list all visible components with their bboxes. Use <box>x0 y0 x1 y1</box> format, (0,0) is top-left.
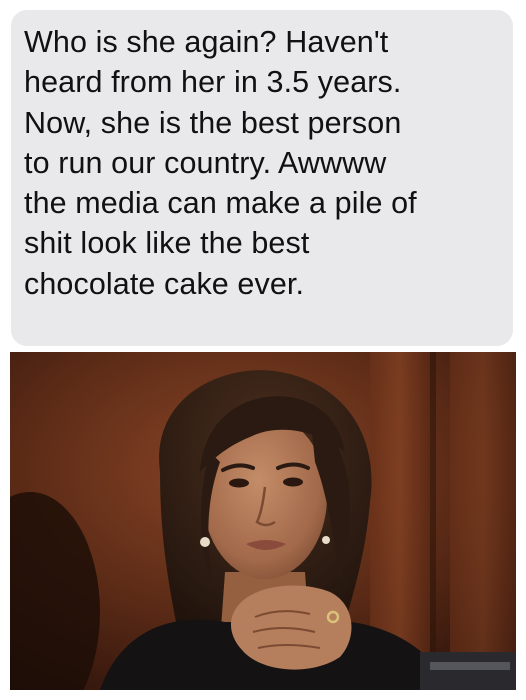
portrait-illustration <box>10 352 516 690</box>
desk-object-detail <box>430 662 510 670</box>
earring <box>200 537 210 547</box>
wood-panel <box>450 352 516 690</box>
post-text: Who is she again? Haven't heard from her… <box>24 25 417 301</box>
portrait-photo <box>10 352 516 690</box>
eye <box>283 477 303 487</box>
earring <box>322 536 330 544</box>
desk-object <box>420 652 516 690</box>
post-text-bubble: Who is she again? Haven't heard from her… <box>11 10 513 346</box>
wood-panel-gap <box>430 352 436 690</box>
eye <box>229 478 249 488</box>
